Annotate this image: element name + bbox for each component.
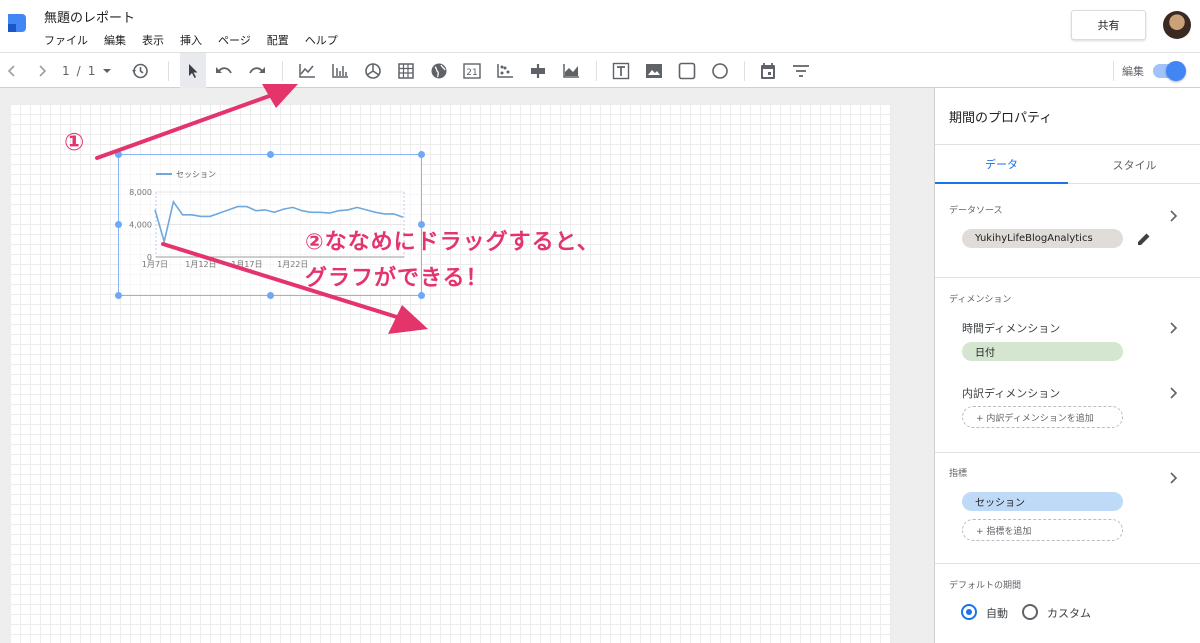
annotation-step-2-line1: ②ななめにドラッグすると、: [305, 230, 600, 255]
x-tick-label: 1月22日: [277, 260, 308, 269]
time-dimension-chip[interactable]: 日付: [962, 342, 1123, 361]
edit-mode-label: 編集: [1122, 65, 1144, 78]
bar-chart-icon[interactable]: [329, 53, 351, 89]
toolbar-divider: [282, 61, 283, 81]
resize-handle[interactable]: [267, 292, 274, 299]
menu-help[interactable]: ヘルプ: [305, 32, 338, 48]
rectangle-icon[interactable]: [676, 53, 698, 89]
chevron-right-icon[interactable]: [1168, 209, 1178, 223]
resize-handle[interactable]: [418, 151, 425, 158]
breakdown-dimension-label: 内訳ディメンション: [962, 387, 1061, 400]
section-divider: [935, 563, 1200, 564]
scatter-chart-icon[interactable]: [494, 53, 516, 89]
annotation-step-2-line2: グラフができる！: [305, 266, 489, 291]
time-dimension-label: 時間ディメンション: [962, 322, 1061, 335]
toolbar: 1 / 1 21 編集: [0, 52, 1200, 89]
date-range-icon[interactable]: [757, 53, 779, 89]
edit-pencil-icon[interactable]: [1136, 231, 1152, 247]
annotation-step-1: ①: [64, 128, 85, 156]
report-title[interactable]: 無題のレポート: [44, 7, 135, 26]
bullet-chart-icon[interactable]: [527, 53, 549, 89]
menu-insert[interactable]: 挿入: [180, 32, 202, 48]
page-current: 1: [62, 64, 70, 78]
add-metric-button[interactable]: + 指標を追加: [962, 519, 1123, 541]
x-tick-label: 1月17日: [231, 260, 262, 269]
filter-control-icon[interactable]: [790, 53, 812, 89]
menu-edit[interactable]: 編集: [104, 32, 126, 48]
default-period-label: デフォルトの期間: [949, 581, 1022, 591]
circle-icon[interactable]: [709, 53, 731, 89]
redo-icon[interactable]: [245, 53, 269, 89]
menu-view[interactable]: 表示: [142, 32, 164, 48]
tab-style[interactable]: スタイル: [1068, 145, 1200, 184]
menu-arrange[interactable]: 配置: [267, 32, 289, 48]
menu-page[interactable]: ページ: [218, 32, 251, 48]
period-auto-radio[interactable]: [961, 604, 977, 620]
section-divider: [935, 452, 1200, 453]
page-total: 1: [87, 64, 96, 78]
x-tick-label: 1月7日: [142, 260, 168, 269]
toolbar-divider: [596, 61, 597, 81]
dropdown-arrow-icon[interactable]: [102, 67, 112, 75]
text-box-icon[interactable]: [610, 53, 632, 89]
metric-chip[interactable]: セッション: [962, 492, 1123, 511]
share-button[interactable]: 共有: [1071, 10, 1146, 40]
resize-handle[interactable]: [267, 151, 274, 158]
svg-text:21: 21: [466, 68, 477, 78]
edit-mode-toggle[interactable]: [1153, 61, 1186, 81]
next-page-icon[interactable]: [32, 53, 52, 89]
toolbar-divider: [168, 61, 169, 81]
period-auto-label[interactable]: 自動: [986, 605, 1008, 621]
resize-handle[interactable]: [418, 292, 425, 299]
chevron-right-icon[interactable]: [1168, 321, 1178, 335]
page-indicator[interactable]: 1 / 1: [62, 53, 112, 89]
area-chart-icon[interactable]: [560, 53, 582, 89]
y-tick-label: 8,000: [129, 188, 152, 197]
metric-label: 指標: [949, 469, 968, 479]
period-custom-radio[interactable]: [1022, 604, 1038, 620]
properties-panel: 期間のプロパティ データ スタイル データソース YukihyLifeBlogA…: [934, 88, 1200, 643]
menu-bar: ファイル 編集 表示 挿入 ページ 配置 ヘルプ: [44, 32, 338, 48]
avatar[interactable]: [1163, 11, 1191, 39]
toolbar-divider: [744, 61, 745, 81]
y-tick-label: 4,000: [129, 221, 152, 230]
panel-title: 期間のプロパティ: [949, 111, 1053, 126]
resize-handle[interactable]: [115, 221, 122, 228]
x-tick-label: 1月12日: [185, 260, 216, 269]
table-icon[interactable]: [395, 53, 417, 89]
section-divider: [935, 277, 1200, 278]
data-studio-logo-icon[interactable]: [6, 12, 28, 34]
toolbar-divider: [1113, 61, 1114, 81]
data-source-chip[interactable]: YukihyLifeBlogAnalytics: [962, 229, 1123, 248]
period-custom-label[interactable]: カスタム: [1047, 605, 1091, 621]
chevron-right-icon[interactable]: [1168, 471, 1178, 485]
resize-handle[interactable]: [115, 151, 122, 158]
geo-map-icon[interactable]: [428, 53, 450, 89]
app-header: 無題のレポート ファイル 編集 表示 挿入 ページ 配置 ヘルプ 共有: [0, 0, 1200, 52]
panel-tabs: データ スタイル: [935, 144, 1200, 184]
scorecard-icon[interactable]: 21: [461, 53, 483, 89]
prev-page-icon[interactable]: [2, 53, 22, 89]
select-tool-icon[interactable]: [180, 53, 206, 89]
dimension-label: ディメンション: [949, 295, 1012, 305]
undo-icon[interactable]: [212, 53, 236, 89]
pie-chart-icon[interactable]: [362, 53, 384, 89]
resize-handle[interactable]: [115, 292, 122, 299]
page-separator: /: [76, 64, 81, 78]
image-icon[interactable]: [643, 53, 665, 89]
chevron-right-icon[interactable]: [1168, 386, 1178, 400]
data-source-label: データソース: [949, 206, 1003, 216]
legend-label: セッション: [176, 170, 216, 179]
time-series-chart-icon[interactable]: [296, 53, 318, 89]
tab-data[interactable]: データ: [935, 145, 1068, 184]
menu-file[interactable]: ファイル: [44, 32, 88, 48]
add-breakdown-dimension-button[interactable]: + 内訳ディメンションを追加: [962, 406, 1123, 428]
version-history-icon[interactable]: [129, 53, 151, 89]
